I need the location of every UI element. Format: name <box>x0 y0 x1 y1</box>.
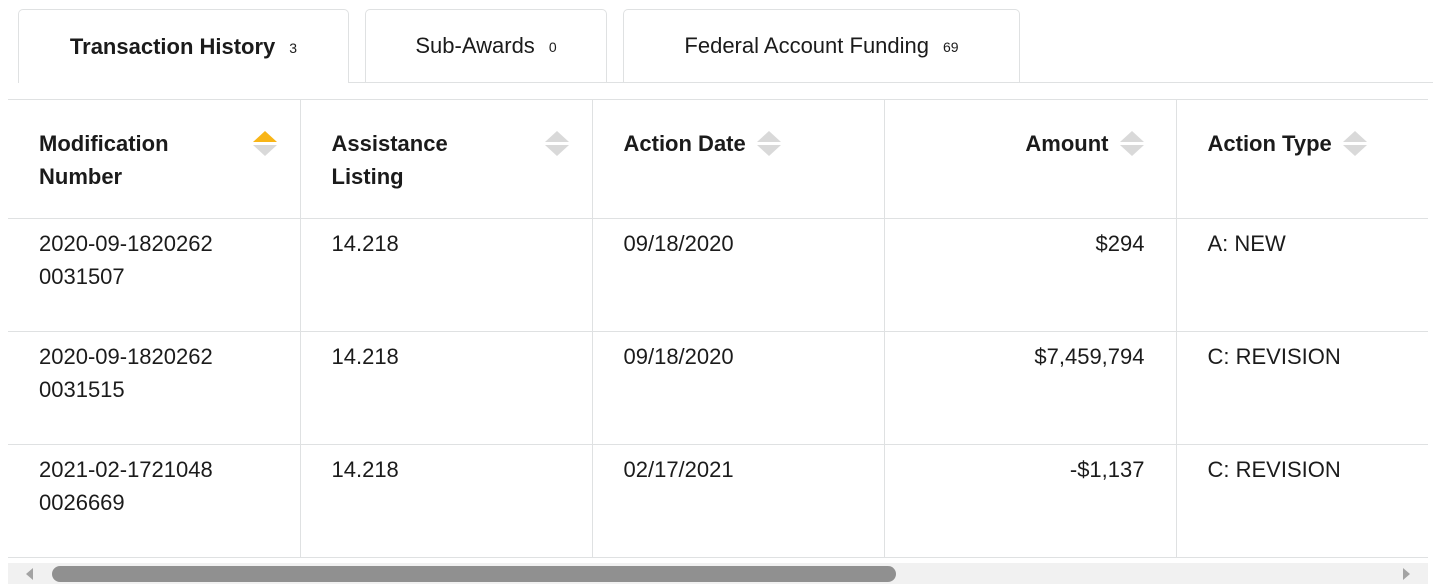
tab-sub-awards[interactable]: Sub-Awards 0 <box>365 9 607 82</box>
column-header-modification-number[interactable]: Modification Number <box>8 99 301 219</box>
sort-ascending-icon <box>756 131 781 142</box>
tab-transaction-history[interactable]: Transaction History 3 <box>18 9 349 83</box>
sort-icon[interactable] <box>1342 127 1368 160</box>
cell-amount: $7,459,794 <box>884 331 1177 445</box>
arrow-left-icon[interactable] <box>26 568 33 580</box>
column-header-action-type[interactable]: Action Type <box>1176 99 1428 219</box>
column-header-amount[interactable]: Amount <box>884 99 1177 219</box>
cell-action-type: C: REVISION <box>1176 331 1428 445</box>
column-header-label: Action Type <box>1207 131 1332 156</box>
tab-count: 0 <box>548 39 557 55</box>
cell-action-date: 09/18/2020 <box>592 331 885 445</box>
table-row: 2020-09-18202620031515 14.218 09/18/2020… <box>8 331 1428 445</box>
cell-action-type: A: NEW <box>1176 218 1428 332</box>
column-header-label: Amount <box>1025 131 1109 156</box>
cell-amount: -$1,137 <box>884 444 1177 558</box>
sort-descending-icon <box>252 145 277 156</box>
cell-assistance-listing: 14.218 <box>300 218 593 332</box>
sort-descending-icon <box>544 145 569 156</box>
sort-descending-icon <box>756 145 781 156</box>
column-header-action-date[interactable]: Action Date <box>592 99 885 219</box>
horizontal-scrollbar[interactable] <box>8 563 1428 584</box>
sort-ascending-icon <box>1119 131 1144 142</box>
tab-label: Federal Account Funding <box>684 33 930 58</box>
column-header-label: Assistance Listing <box>331 131 448 189</box>
column-header-label: Action Date <box>623 131 746 156</box>
tab-count: 3 <box>289 39 298 56</box>
cell-action-type: C: REVISION <box>1176 444 1428 558</box>
sort-descending-icon <box>1342 145 1367 156</box>
scrollbar-thumb[interactable] <box>52 566 896 582</box>
cell-action-date: 02/17/2021 <box>592 444 885 558</box>
tab-label: Sub-Awards <box>415 33 535 58</box>
tab-count: 69 <box>943 39 959 55</box>
sort-descending-icon <box>1119 145 1144 156</box>
sort-ascending-icon <box>252 131 277 142</box>
table-row: 2020-09-18202620031507 14.218 09/18/2020… <box>8 218 1428 332</box>
transactions-table-container: Modification Number Assistance Listing A… <box>8 99 1428 559</box>
cell-action-date: 09/18/2020 <box>592 218 885 332</box>
arrow-right-icon[interactable] <box>1403 568 1410 580</box>
table-header-row: Modification Number Assistance Listing A… <box>8 99 1428 219</box>
cell-amount: $294 <box>884 218 1177 332</box>
cell-modification-number: 2020-09-18202620031515 <box>8 331 301 445</box>
column-header-assistance-listing[interactable]: Assistance Listing <box>300 99 593 219</box>
table-row: 2021-02-17210480026669 14.218 02/17/2021… <box>8 444 1428 558</box>
sort-icon[interactable] <box>756 127 782 160</box>
cell-assistance-listing: 14.218 <box>300 444 593 558</box>
sort-icon[interactable] <box>544 127 570 160</box>
sort-icon[interactable] <box>252 127 278 160</box>
cell-modification-number: 2021-02-17210480026669 <box>8 444 301 558</box>
tab-bar: Transaction History 3 Sub-Awards 0 Feder… <box>18 9 1433 83</box>
cell-assistance-listing: 14.218 <box>300 331 593 445</box>
sort-ascending-icon <box>1342 131 1367 142</box>
tab-federal-account-funding[interactable]: Federal Account Funding 69 <box>623 9 1020 82</box>
tab-label: Transaction History <box>69 33 276 59</box>
cell-modification-number: 2020-09-18202620031507 <box>8 218 301 332</box>
sort-ascending-icon <box>544 131 569 142</box>
transactions-table: Modification Number Assistance Listing A… <box>8 99 1428 558</box>
column-header-label: Modification Number <box>39 131 169 189</box>
sort-icon[interactable] <box>1119 127 1145 160</box>
